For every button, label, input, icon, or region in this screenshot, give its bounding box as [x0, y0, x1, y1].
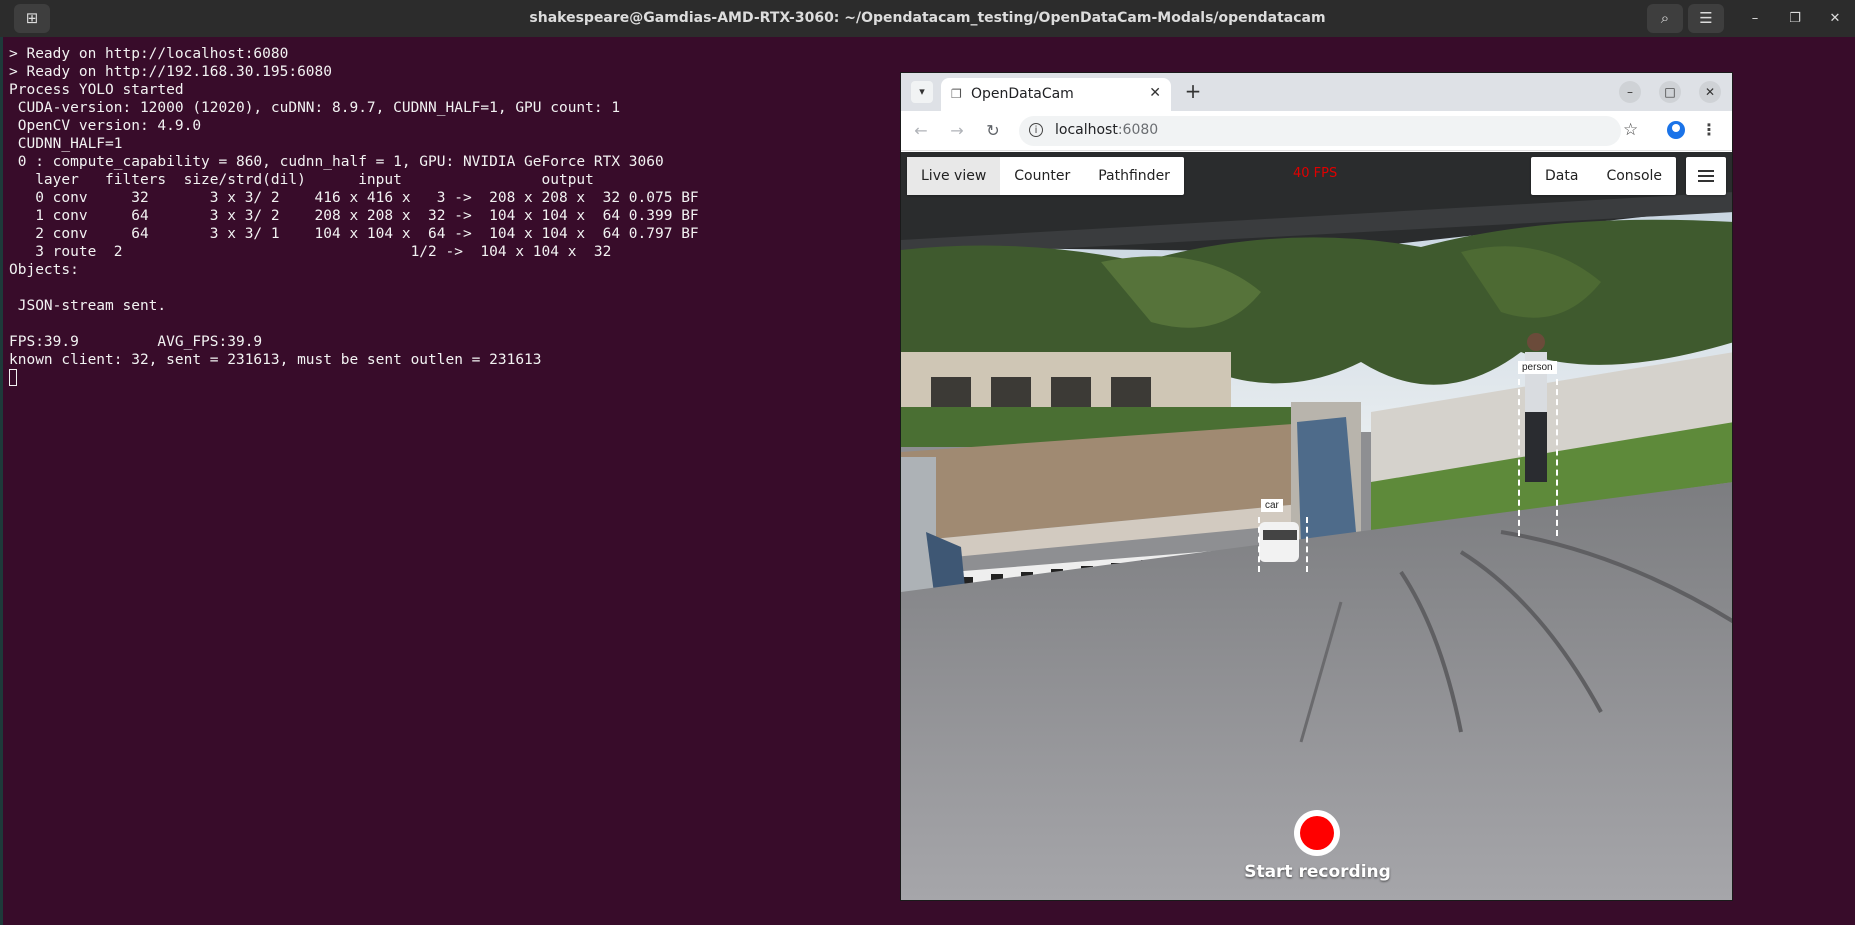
- reload-icon[interactable]: ↻: [983, 121, 1003, 140]
- terminal-line: layer filters size/strd(dil) input outpu…: [9, 172, 594, 188]
- record-button[interactable]: [1294, 810, 1340, 856]
- terminal-cursor: [9, 369, 17, 386]
- terminal-line: 1 conv 64 3 x 3/ 2 208 x 208 x 32 -> 104…: [9, 208, 699, 224]
- tab-strip: ▾ ❐ OpenDataCam ✕ + – □ ✕: [901, 73, 1732, 111]
- browser-close-icon[interactable]: ✕: [1699, 81, 1721, 103]
- terminal-line: > Ready on http://192.168.30.195:6080: [9, 64, 333, 80]
- tab-close-icon[interactable]: ✕: [1149, 85, 1161, 101]
- profile-avatar-icon[interactable]: [1667, 121, 1685, 139]
- data-console-nav: Data Console: [1531, 157, 1677, 195]
- url-port: :6080: [1117, 122, 1159, 138]
- page-icon: ❐: [951, 87, 962, 101]
- live-camera-view: car person Live view Counter Pathfinder …: [901, 152, 1732, 900]
- menu-icon[interactable]: ☰: [1688, 4, 1724, 33]
- nav-console[interactable]: Console: [1592, 157, 1676, 195]
- desktop-edge: [0, 37, 3, 925]
- nav-counter[interactable]: Counter: [1000, 157, 1084, 195]
- site-info-icon[interactable]: i: [1029, 123, 1043, 137]
- terminal-line: 0 conv 32 3 x 3/ 2 416 x 416 x 3 -> 208 …: [9, 190, 699, 206]
- terminal-line: FPS:39.9 AVG_FPS:39.9: [9, 334, 263, 350]
- terminal-line: 3 route 2 1/2 -> 104 x 104 x 32: [9, 244, 612, 260]
- terminal-line: 0 : compute_capability = 860, cudnn_half…: [9, 154, 664, 170]
- detection-box-car: [1258, 517, 1308, 572]
- search-icon[interactable]: ⌕: [1647, 4, 1683, 33]
- url-text: localhost:6080: [1055, 122, 1158, 138]
- terminal-line: Process YOLO started: [9, 82, 184, 98]
- detection-label-car: car: [1261, 499, 1283, 512]
- terminal-output[interactable]: > Ready on http://localhost:6080 > Ready …: [9, 45, 889, 405]
- terminal-line: 2 conv 64 3 x 3/ 1 104 x 104 x 64 -> 104…: [9, 226, 699, 242]
- terminal-titlebar: ⊞ shakespeare@Gamdias-AMD-RTX-3060: ~/Op…: [0, 0, 1855, 37]
- restore-icon[interactable]: ❐: [1784, 8, 1806, 30]
- browser-minimize-icon[interactable]: –: [1619, 81, 1641, 103]
- address-bar[interactable]: i localhost:6080: [1019, 116, 1621, 146]
- minimize-icon[interactable]: –: [1744, 8, 1766, 30]
- terminal-line: > Ready on http://localhost:6080: [9, 46, 289, 62]
- forward-arrow-icon[interactable]: →: [947, 121, 967, 140]
- hamburger-menu-icon[interactable]: [1686, 157, 1726, 195]
- nav-pathfinder[interactable]: Pathfinder: [1084, 157, 1184, 195]
- terminal-line: known client: 32, sent = 231613, must be…: [9, 352, 542, 368]
- browser-window: ▾ ❐ OpenDataCam ✕ + – □ ✕ ← → ↻ i localh…: [900, 72, 1733, 901]
- fps-readout: 40 FPS: [1293, 166, 1338, 181]
- url-host: localhost: [1055, 122, 1118, 138]
- detection-label-person: person: [1518, 361, 1557, 374]
- browser-maximize-icon[interactable]: □: [1659, 81, 1681, 103]
- nav-data[interactable]: Data: [1531, 157, 1592, 195]
- back-arrow-icon[interactable]: ←: [911, 121, 931, 140]
- camera-feed-image: [901, 152, 1732, 900]
- view-mode-nav: Live view Counter Pathfinder: [907, 157, 1184, 195]
- tab-title: OpenDataCam: [971, 86, 1074, 102]
- terminal-line: CUDNN_HALF=1: [9, 136, 123, 152]
- browser-toolbar: ← → ↻ i localhost:6080 ☆ ⋮: [901, 111, 1732, 151]
- terminal-line: CUDA-version: 12000 (12020), cuDNN: 8.9.…: [9, 100, 621, 116]
- terminal-line: Objects:: [9, 262, 79, 278]
- browser-menu-kebab-icon[interactable]: ⋮: [1701, 120, 1717, 139]
- close-icon[interactable]: ✕: [1824, 8, 1846, 30]
- record-label[interactable]: Start recording: [901, 862, 1732, 882]
- nav-live-view[interactable]: Live view: [907, 157, 1001, 195]
- detection-box-person: [1518, 379, 1558, 536]
- tab-search-chevron-icon[interactable]: ▾: [911, 81, 933, 103]
- terminal-line: OpenCV version: 4.9.0: [9, 118, 202, 134]
- new-tab-plus-icon[interactable]: +: [1181, 79, 1205, 103]
- window-title: shakespeare@Gamdias-AMD-RTX-3060: ~/Open…: [529, 10, 1326, 26]
- browser-tab[interactable]: ❐ OpenDataCam ✕: [941, 78, 1171, 111]
- terminal-line: JSON-stream sent.: [9, 298, 167, 314]
- bookmark-star-icon[interactable]: ☆: [1623, 120, 1638, 140]
